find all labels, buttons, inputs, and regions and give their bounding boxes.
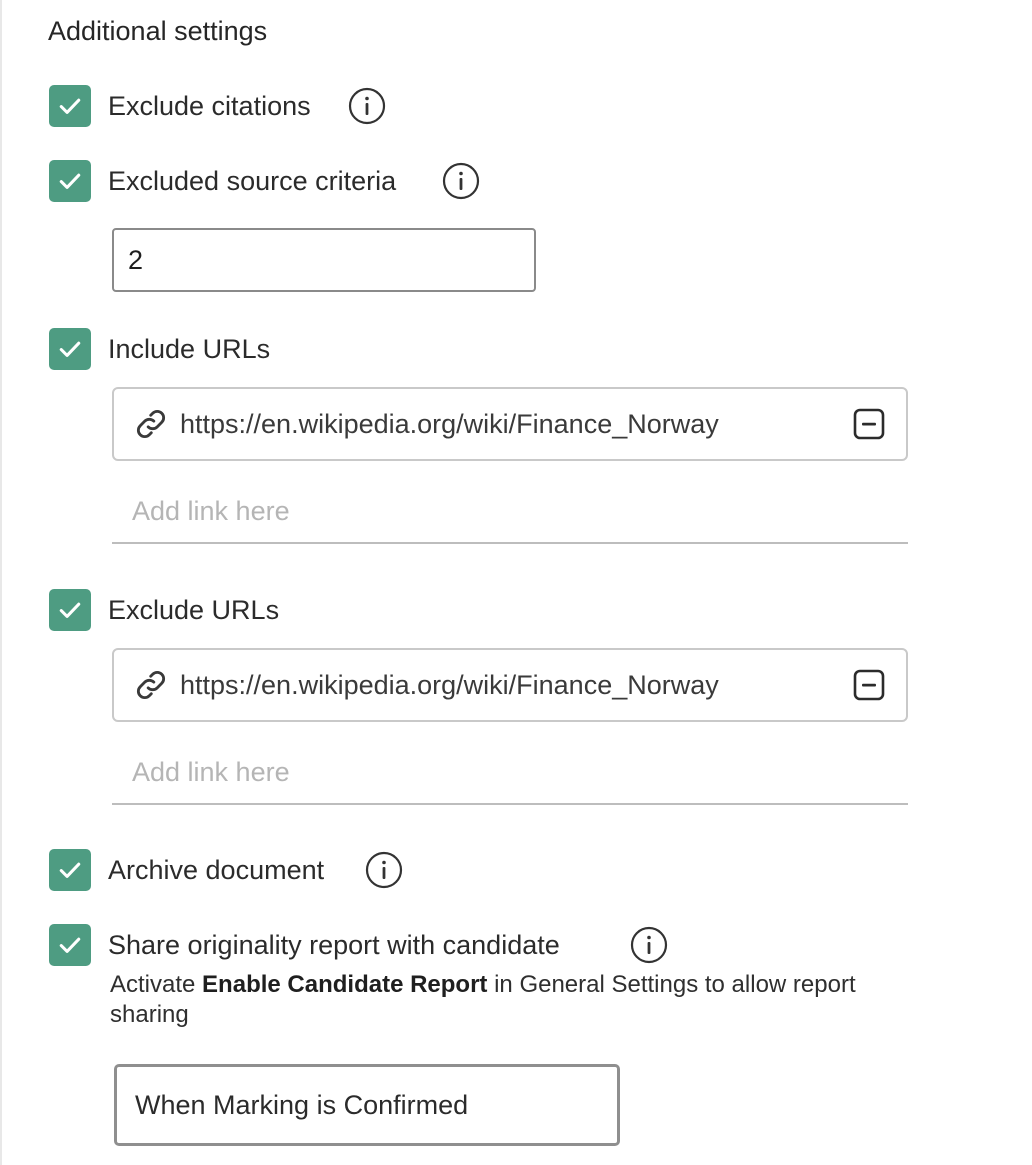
exclude-citations-checkbox[interactable]	[49, 85, 91, 127]
info-icon[interactable]	[365, 851, 403, 889]
exclude-urls-checkbox[interactable]	[49, 589, 91, 631]
archive-document-label: Archive document	[108, 855, 325, 885]
include-urls-label: Include URLs	[108, 334, 271, 364]
excluded-source-criteria-checkbox[interactable]	[49, 160, 91, 202]
link-icon	[134, 668, 168, 702]
minus-square-icon[interactable]	[852, 668, 886, 702]
minus-square-icon[interactable]	[852, 407, 886, 441]
check-icon	[59, 341, 81, 357]
excluded-source-criteria-label: Excluded source criteria	[108, 166, 397, 196]
exclude-citations-label: Exclude citations	[108, 91, 311, 121]
archive-document-checkbox[interactable]	[49, 849, 91, 891]
check-icon	[59, 862, 81, 878]
excluded-source-criteria-input[interactable]	[112, 228, 536, 292]
exclude-url-add-input[interactable]	[112, 741, 908, 805]
check-icon	[59, 937, 81, 953]
share-report-timing-select[interactable]: When Marking is Confirmed	[114, 1064, 620, 1146]
share-report-timing-value: When Marking is Confirmed	[135, 1089, 469, 1120]
check-icon	[59, 98, 81, 114]
panel-left-border	[0, 0, 2, 1165]
info-icon[interactable]	[442, 162, 480, 200]
check-icon	[59, 173, 81, 189]
helper-prefix: Activate	[110, 971, 203, 998]
info-icon[interactable]	[630, 926, 668, 964]
include-url-text: https://en.wikipedia.org/wiki/Finance_No…	[180, 408, 719, 439]
share-report-checkbox[interactable]	[49, 924, 91, 966]
share-report-helper-text: Activate Enable Candidate Report in Gene…	[110, 970, 870, 1030]
check-icon	[59, 602, 81, 618]
exclude-url-item: https://en.wikipedia.org/wiki/Finance_No…	[112, 648, 908, 722]
helper-bold-link: Enable Candidate Report	[202, 971, 488, 998]
link-icon	[134, 407, 168, 441]
include-url-add-input[interactable]	[112, 480, 908, 544]
exclude-url-text: https://en.wikipedia.org/wiki/Finance_No…	[180, 669, 719, 700]
share-report-label: Share originality report with candidate	[108, 930, 560, 960]
info-icon[interactable]	[348, 87, 386, 125]
section-title: Additional settings	[48, 16, 268, 46]
include-urls-checkbox[interactable]	[49, 328, 91, 370]
exclude-urls-label: Exclude URLs	[108, 595, 280, 625]
include-url-item: https://en.wikipedia.org/wiki/Finance_No…	[112, 387, 908, 461]
